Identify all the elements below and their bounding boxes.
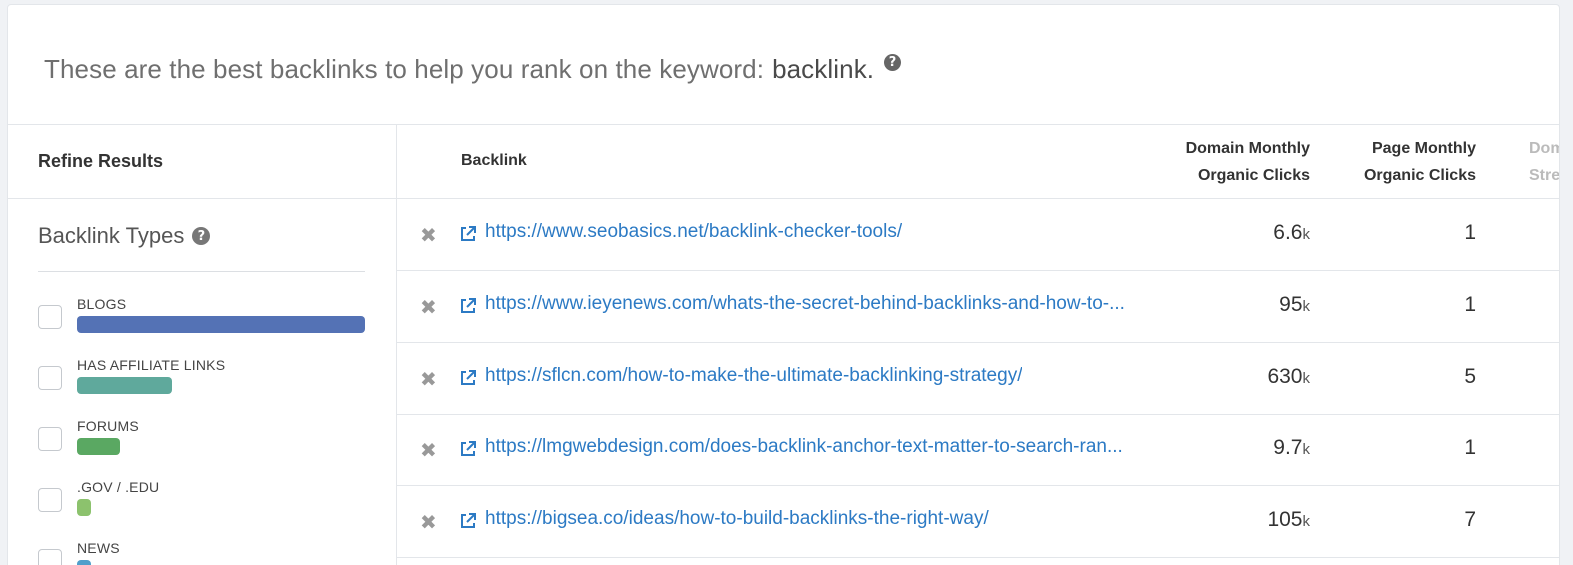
- table-row: ✖ https://sflcn.com/how-to-make-the-ulti…: [397, 343, 1559, 415]
- page-clicks-value: 1: [1464, 293, 1476, 316]
- external-link-icon[interactable]: [459, 440, 477, 458]
- table-header: Backlink Domain Monthly Organic Clicks P…: [397, 125, 1559, 199]
- backlink-url[interactable]: https://www.ieyenews.com/whats-the-secre…: [485, 293, 1125, 315]
- page-clicks-value: 1: [1464, 221, 1476, 244]
- header-line: Page Monthly: [1371, 140, 1476, 157]
- filter-item-forums: FORUMS: [38, 418, 368, 468]
- close-icon[interactable]: ✖: [420, 512, 437, 532]
- backlink-types-title: Backlink Types ?: [38, 223, 211, 249]
- filter-checkbox[interactable]: [38, 305, 62, 329]
- question-circle-icon[interactable]: ?: [192, 227, 211, 245]
- intro-heading: These are the best backlinks to help you…: [44, 49, 902, 89]
- backlink-url[interactable]: https://sflcn.com/how-to-make-the-ultima…: [485, 365, 1022, 387]
- header-line: Strength: [1529, 167, 1560, 184]
- filter-bar: [77, 499, 91, 516]
- external-link-icon[interactable]: [459, 512, 477, 530]
- divider: [38, 271, 365, 272]
- domain-clicks-unit: k: [1302, 370, 1311, 387]
- sidebar-title: Refine Results: [38, 151, 164, 171]
- filter-checkbox[interactable]: [38, 549, 62, 565]
- backlink-url[interactable]: https://lmgwebdesign.com/does-backlink-a…: [485, 436, 1123, 458]
- sidebar-header: Refine Results: [8, 125, 396, 199]
- filter-item-blogs: BLOGS: [38, 296, 368, 346]
- domain-clicks-value: 630k: [1267, 365, 1310, 389]
- filter-bar: [77, 560, 91, 565]
- filter-label: NEWS: [77, 540, 120, 556]
- close-icon[interactable]: ✖: [420, 225, 437, 245]
- filter-checkbox[interactable]: [38, 366, 62, 390]
- filter-checkbox[interactable]: [38, 427, 62, 451]
- domain-clicks-value: 105k: [1267, 508, 1310, 532]
- filter-label: HAS AFFILIATE LINKS: [77, 357, 226, 373]
- intro-text: These are the best backlinks to help you…: [44, 53, 765, 84]
- filter-checkbox[interactable]: [38, 488, 62, 512]
- domain-clicks-number: 630: [1267, 365, 1303, 388]
- filter-item-news: NEWS: [38, 540, 368, 565]
- column-header-backlink[interactable]: Backlink: [461, 147, 527, 174]
- filter-label: .GOV / .EDU: [77, 479, 160, 495]
- domain-clicks-unit: k: [1302, 441, 1311, 458]
- domain-clicks-number: 6.6: [1273, 221, 1303, 244]
- domain-clicks-value: 95k: [1279, 293, 1310, 317]
- header-line: Organic Clicks: [1197, 167, 1310, 184]
- external-link-icon[interactable]: [459, 369, 477, 387]
- filter-bar: [77, 438, 120, 455]
- backlink-url[interactable]: https://www.seobasics.net/backlink-check…: [485, 221, 902, 243]
- filter-item-gov-edu: .GOV / .EDU: [38, 479, 368, 529]
- header-line: Domain: [1529, 140, 1559, 157]
- domain-clicks-unit: k: [1302, 226, 1311, 243]
- filter-item-affiliate: HAS AFFILIATE LINKS: [38, 357, 368, 407]
- table-row: ✖ https://bigsea.co/ideas/how-to-build-b…: [397, 486, 1559, 558]
- external-link-icon[interactable]: [459, 297, 477, 315]
- backlink-url[interactable]: https://bigsea.co/ideas/how-to-build-bac…: [485, 508, 989, 530]
- external-link-icon[interactable]: [459, 225, 477, 243]
- backlink-types-label: Backlink Types: [38, 223, 185, 248]
- page-clicks-value: 1: [1464, 436, 1476, 459]
- close-icon[interactable]: ✖: [420, 297, 437, 317]
- domain-clicks-value: 9.7k: [1273, 436, 1310, 460]
- domain-clicks-number: 95: [1279, 293, 1303, 316]
- column-header-page-clicks[interactable]: Page Monthly Organic Clicks: [1364, 135, 1476, 189]
- header-line: Domain Monthly: [1185, 140, 1310, 157]
- page-clicks-value: 5: [1464, 365, 1476, 388]
- table-row: ✖ https://lmgwebdesign.com/does-backlink…: [397, 414, 1559, 486]
- intro-keyword: backlink.: [772, 53, 875, 84]
- close-icon[interactable]: ✖: [420, 369, 437, 389]
- filter-bar: [77, 377, 172, 394]
- header-line: Organic Clicks: [1363, 167, 1476, 184]
- filter-bar: [77, 316, 365, 333]
- column-header-domain-strength[interactable]: Domain Strength: [1529, 135, 1560, 189]
- column-header-domain-clicks[interactable]: Domain Monthly Organic Clicks: [1186, 135, 1310, 189]
- domain-clicks-number: 105: [1267, 508, 1303, 531]
- close-icon[interactable]: ✖: [420, 440, 437, 460]
- domain-clicks-unit: k: [1302, 298, 1311, 315]
- domain-clicks-unit: k: [1302, 513, 1311, 530]
- domain-clicks-value: 6.6k: [1273, 221, 1310, 245]
- filter-label: BLOGS: [77, 296, 127, 312]
- table-row: ✖ https://www.ieyenews.com/whats-the-sec…: [397, 271, 1559, 343]
- question-circle-icon[interactable]: ?: [884, 53, 902, 71]
- domain-clicks-number: 9.7: [1273, 436, 1303, 459]
- filter-label: FORUMS: [77, 418, 139, 434]
- results-card: These are the best backlinks to help you…: [7, 4, 1560, 565]
- page-clicks-value: 7: [1464, 508, 1476, 531]
- table-row: ✖ https://www.seobasics.net/backlink-che…: [397, 199, 1559, 271]
